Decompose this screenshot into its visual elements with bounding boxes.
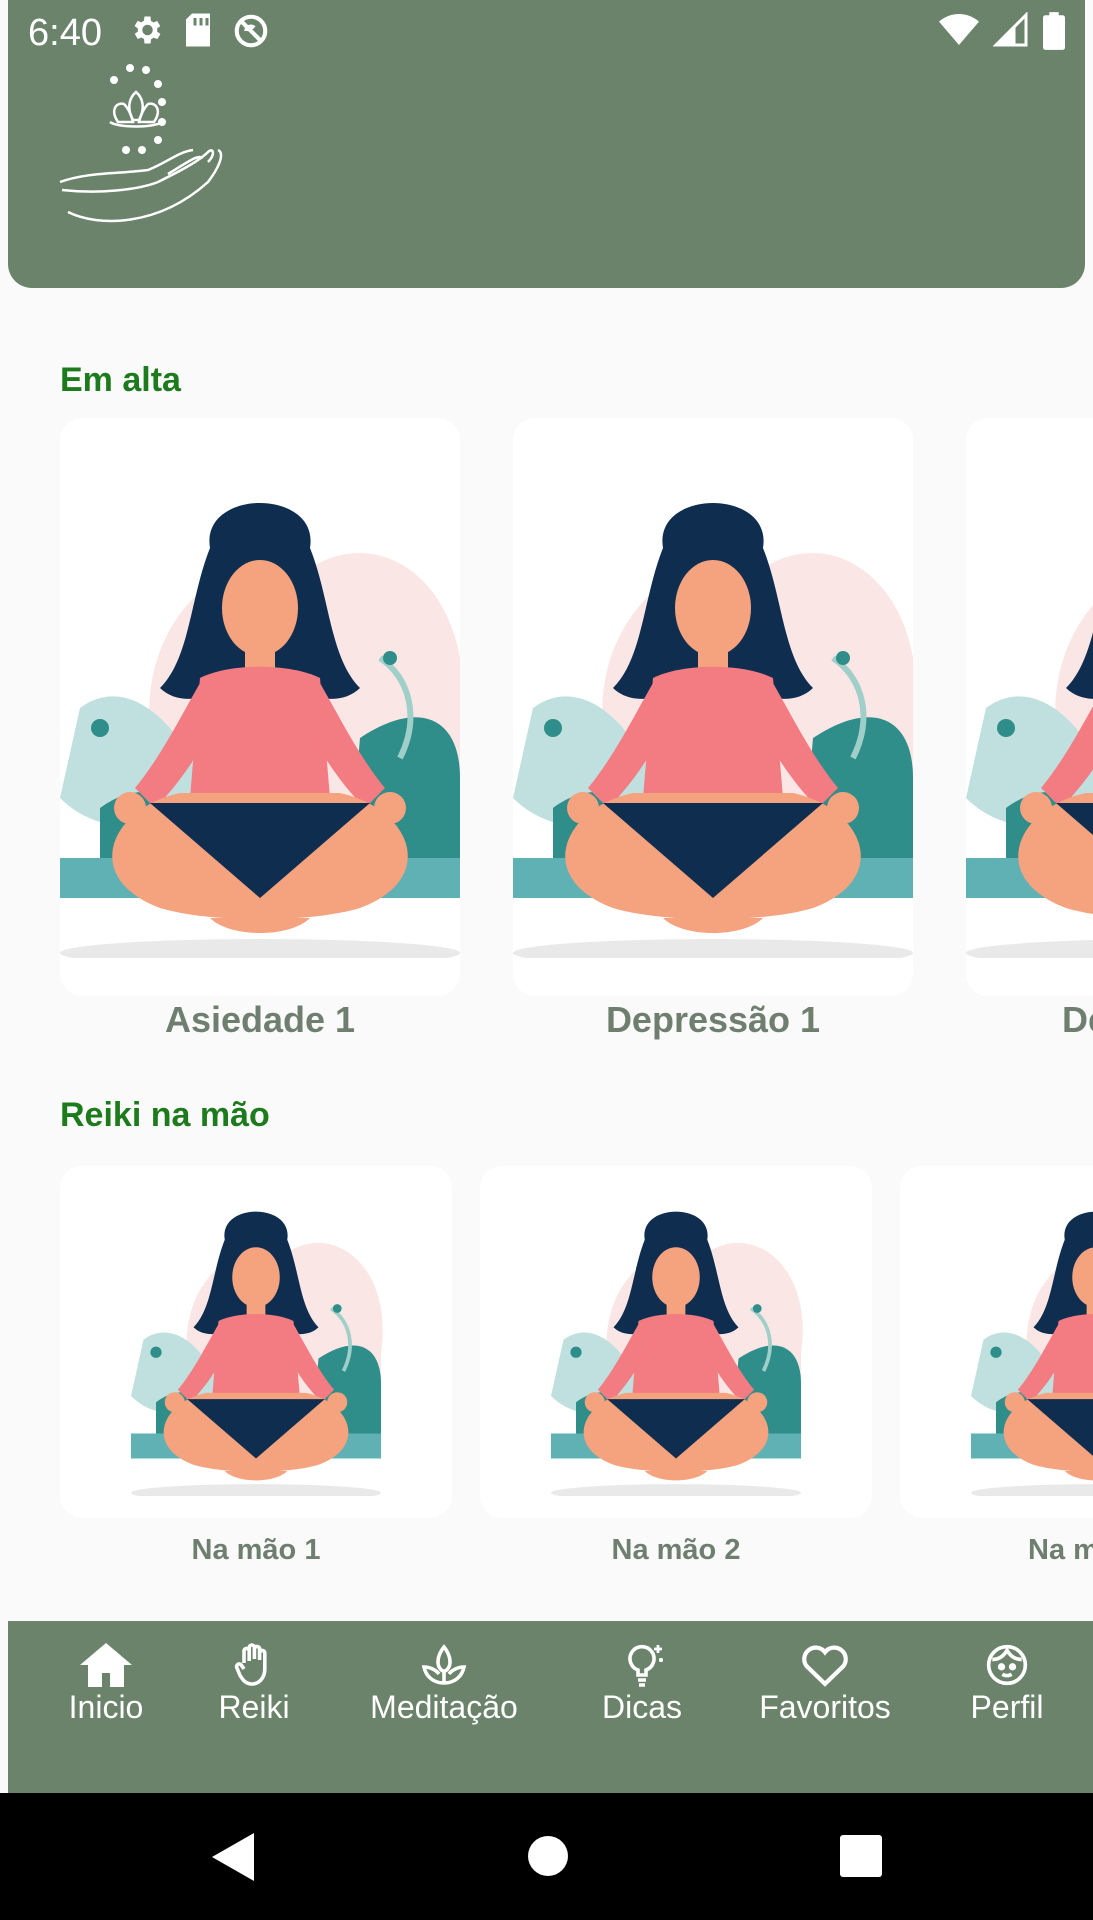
nav-label: Reiki — [218, 1689, 290, 1725]
card-label: De — [1062, 999, 1093, 1040]
meditation-illustration — [513, 418, 913, 996]
lotus-icon — [420, 1643, 468, 1689]
nav-label: Meditação — [370, 1689, 518, 1725]
status-bar: 6:40 — [0, 0, 1093, 64]
nav-label: Favoritos — [759, 1689, 891, 1725]
nav-item-inicio[interactable]: Inicio — [58, 1643, 154, 1726]
back-icon[interactable] — [212, 1833, 254, 1886]
lightbulb-icon — [618, 1643, 666, 1689]
recents-icon[interactable] — [840, 1835, 882, 1882]
nav-item-meditacao[interactable]: Meditação — [362, 1643, 526, 1726]
card-label: Depressão 1 — [605, 999, 821, 1040]
nav-label: Dicas — [601, 1689, 682, 1725]
home-circle-icon[interactable] — [527, 1835, 569, 1882]
system-navigation-bar — [0, 1793, 1093, 1920]
wifi-icon — [939, 12, 979, 50]
nav-item-favoritos[interactable]: Favoritos — [750, 1643, 900, 1726]
nav-item-reiki[interactable]: Reiki — [214, 1643, 294, 1726]
hand-icon — [234, 1643, 274, 1689]
content-card[interactable] — [966, 418, 1093, 996]
signal-icon — [993, 12, 1029, 50]
content-card[interactable] — [60, 1166, 452, 1518]
section-title-em-alta: Em alta — [60, 361, 181, 399]
status-time: 6:40 — [28, 12, 102, 54]
nav-label: Perfil — [970, 1689, 1044, 1725]
no-data-icon — [232, 12, 270, 50]
section-title-reiki-na-mao: Reiki na mão — [60, 1096, 270, 1134]
card-label: Asiedade 1 — [164, 999, 356, 1040]
bottom-navigation: Inicio Reiki Meditação Dicas Favoritos P… — [8, 1621, 1093, 1793]
battery-icon — [1043, 12, 1065, 50]
nav-item-perfil[interactable]: Perfil — [964, 1643, 1050, 1726]
nav-item-dicas[interactable]: Dicas — [594, 1643, 690, 1726]
meditation-illustration — [900, 1166, 1093, 1518]
meditation-illustration — [60, 1166, 452, 1518]
gear-icon — [128, 12, 164, 50]
home-icon — [80, 1643, 132, 1689]
card-label: Na mão 2 — [611, 1534, 741, 1566]
meditation-illustration — [966, 418, 1093, 996]
nav-label: Inicio — [68, 1689, 144, 1725]
content-card[interactable] — [60, 418, 460, 996]
meditation-illustration — [60, 418, 460, 996]
sd-card-icon — [182, 12, 214, 50]
content-card[interactable] — [900, 1166, 1093, 1518]
content-card[interactable] — [480, 1166, 872, 1518]
content-card[interactable] — [513, 418, 913, 996]
face-icon — [984, 1643, 1030, 1689]
lotus-hand-icon — [58, 62, 228, 232]
meditation-illustration — [480, 1166, 872, 1518]
card-label: Na mão 1 — [191, 1534, 321, 1566]
card-label: Na m — [1028, 1534, 1093, 1566]
heart-icon — [798, 1643, 852, 1689]
